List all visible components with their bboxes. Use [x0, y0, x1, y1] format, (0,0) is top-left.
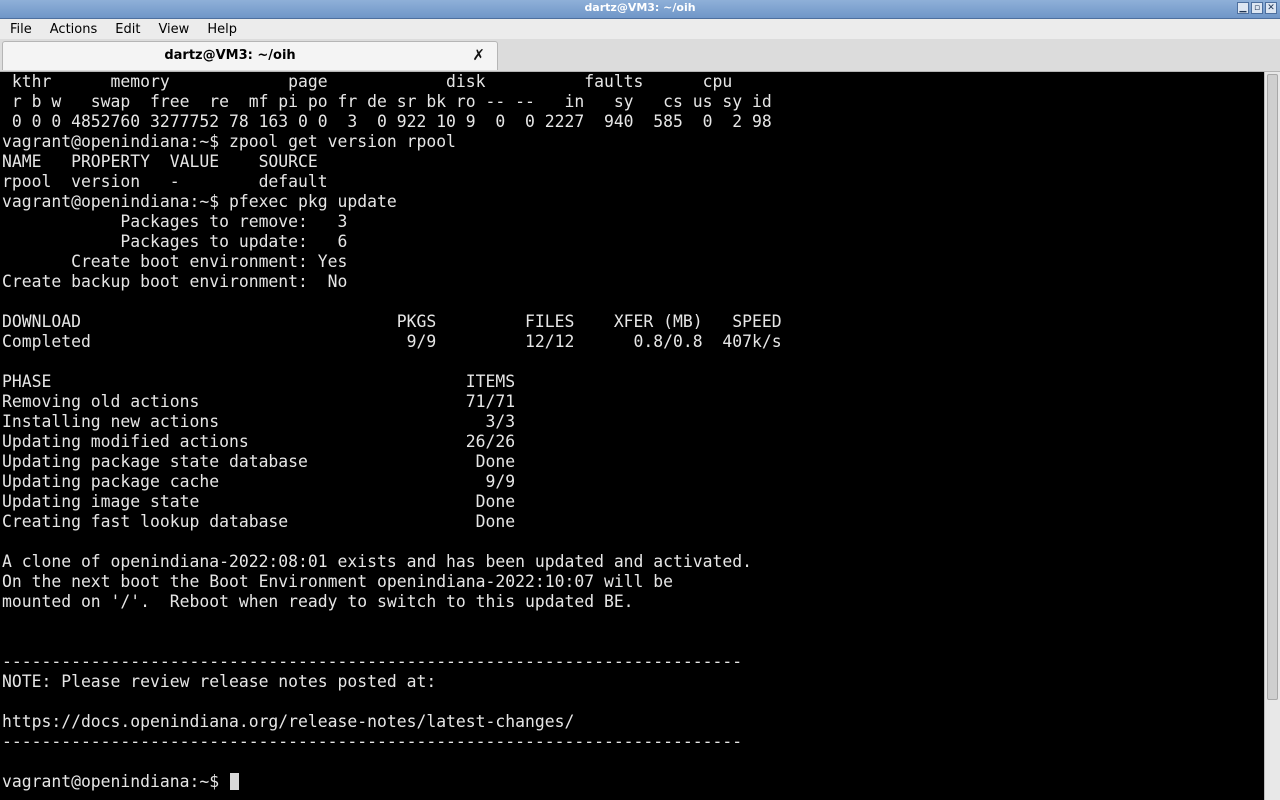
terminal-line: PHASE ITEMS [2, 372, 516, 391]
terminal-cursor [229, 773, 239, 790]
terminal-line: Completed 9/9 12/12 0.8/0.8 407k/s [2, 332, 782, 351]
terminal-line: https://docs.openindiana.org/release-not… [2, 712, 575, 731]
scrollbar-thumb[interactable] [1267, 74, 1278, 700]
terminal-output[interactable]: kthr memory page disk faults cpu r b w s… [0, 72, 1264, 800]
title-bar[interactable]: dartz@VM3: ~/oih ▁ ▫ ✕ [0, 0, 1280, 19]
terminal-line: r b w swap free re mf pi po fr de sr bk … [2, 92, 772, 111]
terminal-line: NAME PROPERTY VALUE SOURCE [2, 152, 318, 171]
maximize-icon[interactable]: ▫ [1251, 2, 1263, 14]
terminal-line: ----------------------------------------… [2, 732, 743, 751]
menu-edit[interactable]: Edit [105, 22, 148, 37]
tab-close-icon[interactable]: ✗ [472, 46, 485, 64]
terminal-line: Removing old actions 71/71 [2, 392, 516, 411]
terminal-line: Updating modified actions 26/26 [2, 432, 516, 451]
terminal-line: Packages to update: 6 [2, 232, 348, 251]
terminal-line: On the next boot the Boot Environment op… [2, 572, 674, 591]
menu-actions[interactable]: Actions [40, 22, 106, 37]
terminal-line: Updating package cache 9/9 [2, 472, 516, 491]
terminal-line: vagrant@openindiana:~$ [2, 772, 782, 792]
menu-file[interactable]: File [0, 22, 40, 37]
terminal-line: DOWNLOAD PKGS FILES XFER (MB) SPEED [2, 312, 782, 331]
terminal-window: dartz@VM3: ~/oih ▁ ▫ ✕ File Actions Edit… [0, 0, 1280, 800]
menu-help[interactable]: Help [197, 22, 245, 37]
tab-label: dartz@VM3: ~/oih [164, 48, 296, 63]
scrollbar[interactable] [1264, 72, 1280, 800]
window-title: dartz@VM3: ~/oih [584, 1, 696, 14]
tab-bar: dartz@VM3: ~/oih ✗ [0, 39, 1280, 72]
terminal-line: vagrant@openindiana:~$ pfexec pkg update [2, 192, 397, 211]
terminal-line: kthr memory page disk faults cpu [2, 72, 733, 91]
terminal-line: Updating package state database Done [2, 452, 516, 471]
terminal-line: 0 0 0 4852760 3277752 78 163 0 0 3 0 922… [2, 112, 772, 131]
tab-terminal[interactable]: dartz@VM3: ~/oih ✗ [2, 41, 498, 70]
terminal-line: mounted on '/'. Reboot when ready to swi… [2, 592, 634, 611]
terminal-text: kthr memory page disk faults cpu r b w s… [2, 72, 782, 792]
terminal-line: Creating fast lookup database Done [2, 512, 516, 531]
close-window-icon[interactable]: ✕ [1265, 2, 1277, 14]
terminal-line: NOTE: Please review release notes posted… [2, 672, 437, 691]
terminal-line: Create backup boot environment: No [2, 272, 348, 291]
terminal-line: Installing new actions 3/3 [2, 412, 516, 431]
terminal-line: Packages to remove: 3 [2, 212, 348, 231]
menu-bar: File Actions Edit View Help [0, 19, 1280, 39]
terminal-line: ----------------------------------------… [2, 652, 743, 671]
minimize-icon[interactable]: ▁ [1237, 2, 1249, 14]
terminal-line: Create boot environment: Yes [2, 252, 348, 271]
terminal-line: A clone of openindiana-2022:08:01 exists… [2, 552, 752, 571]
terminal-line: vagrant@openindiana:~$ zpool get version… [2, 132, 456, 151]
menu-view[interactable]: View [148, 22, 197, 37]
terminal-line: Updating image state Done [2, 492, 516, 511]
window-controls: ▁ ▫ ✕ [1237, 2, 1277, 14]
terminal-line: rpool version - default [2, 172, 328, 191]
